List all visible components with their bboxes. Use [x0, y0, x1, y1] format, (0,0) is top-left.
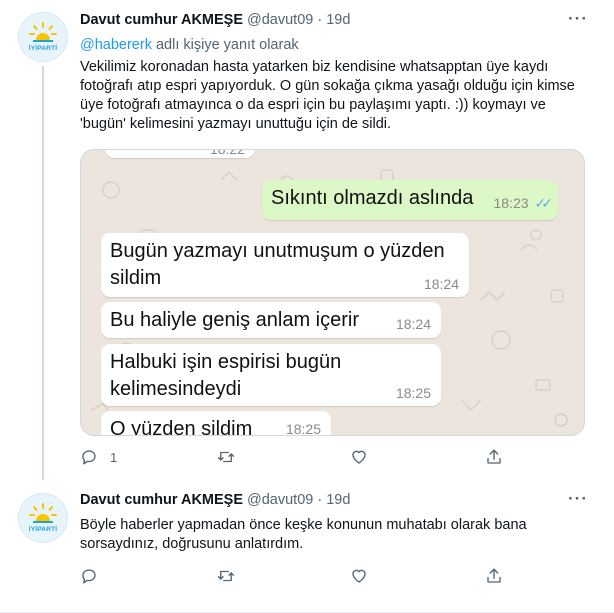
- more-options-button[interactable]: ···: [568, 489, 588, 509]
- share-icon: [487, 568, 501, 583]
- avatar-brand-text: İYİPARTİ: [28, 526, 58, 533]
- chat-time: 18:24: [395, 316, 431, 332]
- like-button[interactable]: [350, 567, 368, 585]
- more-dots-icon: ···: [568, 9, 588, 28]
- chat-bubble-incoming: O yüzden sildim 18:25: [101, 411, 331, 436]
- reply-icon: [82, 569, 96, 584]
- chat-message-line: Bugün yazmayı unutmuşum o yüzden: [110, 240, 445, 262]
- tweet-2-header: Davut cumhur AKMEŞE @davut09 · 19d: [80, 490, 350, 510]
- tweet-2-actions: [80, 566, 520, 586]
- chat-bubble-outgoing: Sıkıntı olmazdı aslında 18:23 ✓✓: [262, 180, 558, 220]
- chat-message-text: Bu haliyle geniş anlam içerir: [110, 309, 360, 331]
- tweet-time[interactable]: 19d: [326, 492, 350, 508]
- more-options-button[interactable]: ···: [568, 9, 588, 29]
- chat-bubble-incoming: Bu haliyle geniş anlam içerir 18:24: [101, 302, 441, 338]
- tweet-1-header: Davut cumhur AKMEŞE @davut09 · 19d: [80, 10, 350, 30]
- separator-dot: ·: [317, 492, 323, 508]
- author-name[interactable]: Davut cumhur AKMEŞE: [80, 492, 243, 508]
- avatar-brand-text: İYİPARTİ: [28, 45, 58, 52]
- like-button[interactable]: [350, 448, 368, 466]
- chat-time: 18:23 ✓✓: [493, 195, 554, 211]
- author-handle[interactable]: @davut09: [247, 12, 313, 28]
- read-ticks-icon: ✓✓: [534, 195, 554, 211]
- tweet-image[interactable]: 18:22 Sıkıntı olmazdı aslında 18:23 ✓✓ Bu…: [80, 149, 585, 436]
- separator-dot: ·: [317, 12, 323, 28]
- sun-logo-icon: [29, 22, 57, 42]
- chat-time: 18:22: [209, 149, 245, 157]
- retweet-icon: [217, 570, 235, 582]
- chat-message-text: Sıkıntı olmazdı aslında: [271, 187, 474, 209]
- retweet-button[interactable]: [216, 567, 236, 585]
- sun-logo-icon: [29, 503, 57, 523]
- reply-context-text: adlı kişiye yanıt olarak: [151, 37, 299, 53]
- reply-count: 1: [110, 449, 118, 465]
- share-button[interactable]: [485, 448, 503, 466]
- chat-message-line: Halbuki işin espirisi bugün: [110, 351, 342, 373]
- tweet-1-text: Vekilimiz koronadan hasta yatarken biz k…: [80, 59, 575, 132]
- chat-time: 18:25: [395, 385, 431, 401]
- author-name[interactable]: Davut cumhur AKMEŞE: [80, 12, 243, 28]
- author-handle[interactable]: @davut09: [247, 492, 313, 508]
- chat-bubble-incoming: Bugün yazmayı unutmuşum o yüzden sildim …: [101, 233, 469, 297]
- reply-icon: [82, 450, 96, 465]
- chat-time: 18:25: [285, 421, 321, 436]
- reply-button[interactable]: 1: [80, 448, 117, 466]
- like-icon: [352, 569, 366, 583]
- avatar[interactable]: İYİPARTİ: [18, 493, 68, 543]
- chat-time: 18:24: [423, 276, 459, 292]
- tweet-2-text: Böyle haberler yapmadan önce keşke konun…: [80, 517, 527, 552]
- avatar[interactable]: İYİPARTİ: [18, 12, 68, 62]
- retweet-icon: [217, 451, 235, 463]
- chat-message-text: O yüzden sildim: [110, 418, 253, 436]
- more-dots-icon: ···: [568, 489, 588, 508]
- chat-bubble-incoming: Halbuki işin espirisi bugün kelimesindey…: [101, 344, 441, 406]
- reply-context: @habererk adlı kişiye yanıt olarak: [80, 37, 299, 53]
- reply-mention-link[interactable]: @habererk: [80, 37, 152, 53]
- reply-button[interactable]: [80, 567, 98, 585]
- thread-line: [42, 66, 44, 480]
- chat-message-line: kelimesindeydi: [110, 378, 242, 400]
- retweet-button[interactable]: [216, 448, 236, 466]
- chat-message-line: sildim: [110, 267, 162, 289]
- like-icon: [352, 450, 366, 464]
- share-icon: [487, 449, 501, 464]
- chat-bubble-partial: 18:22: [105, 149, 255, 158]
- tweet-1-actions: 1: [80, 447, 520, 467]
- share-button[interactable]: [485, 567, 503, 585]
- tweet-time[interactable]: 19d: [326, 12, 350, 28]
